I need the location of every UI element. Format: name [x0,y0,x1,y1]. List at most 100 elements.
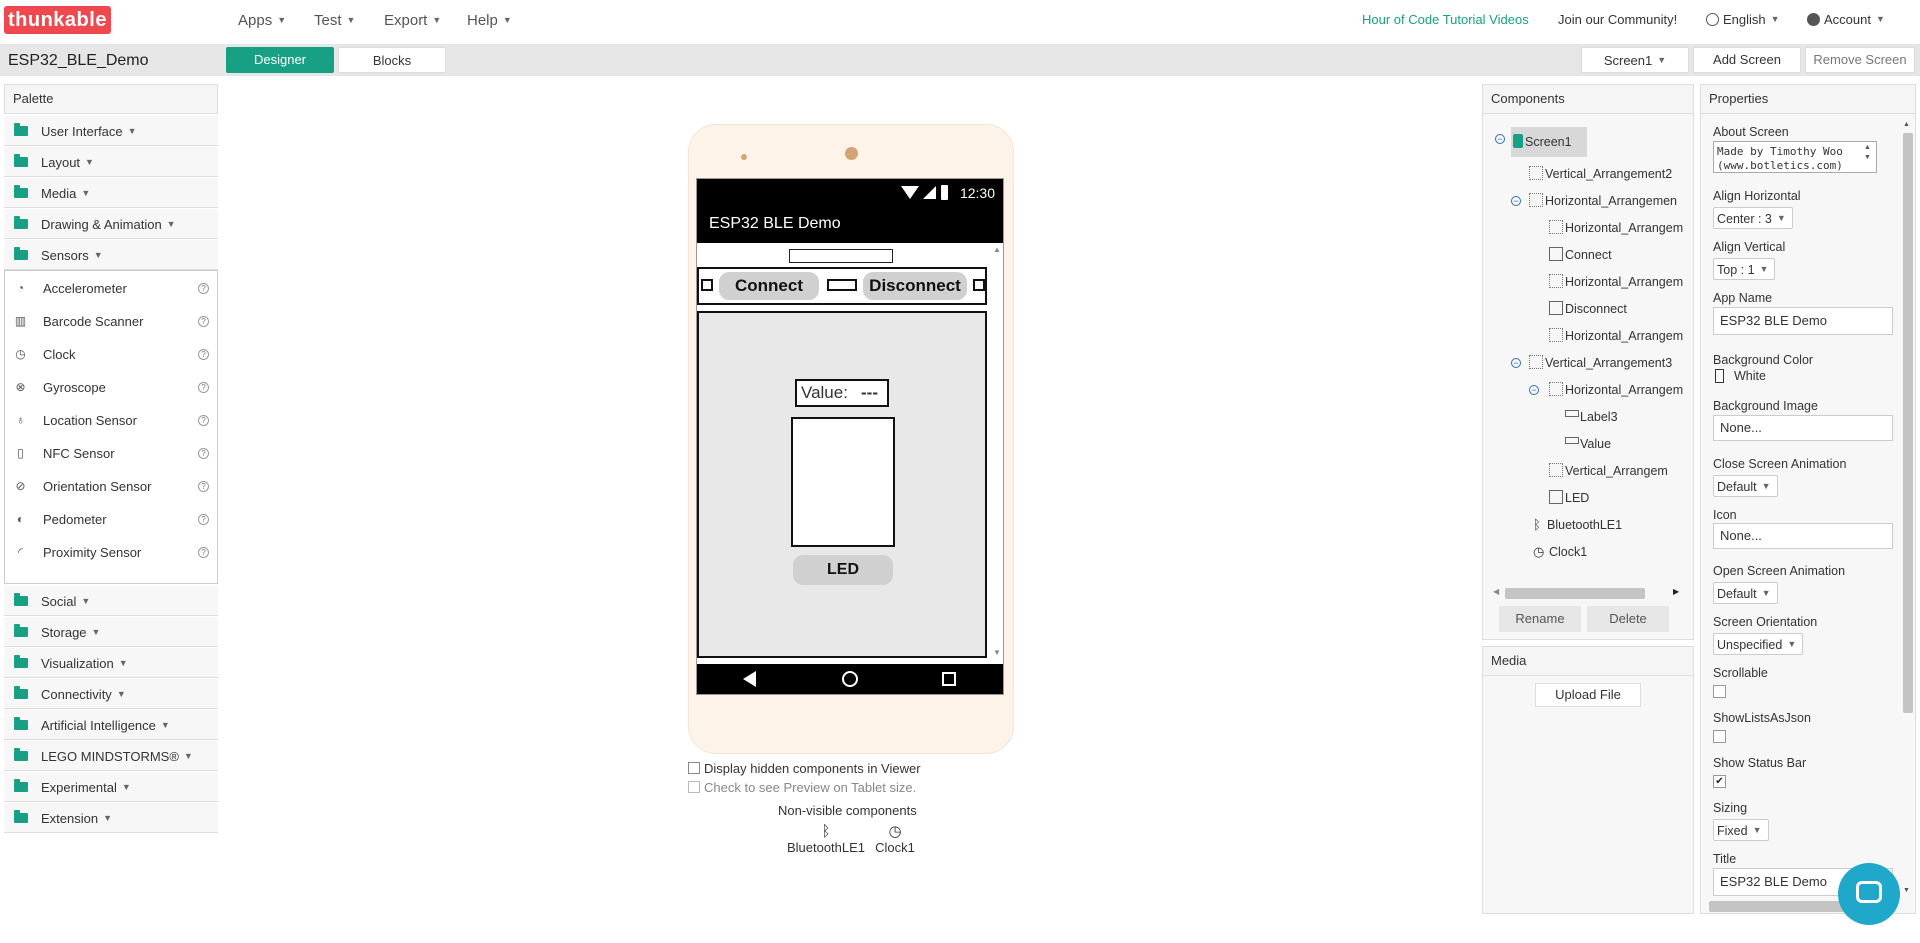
palette-category-user-interface[interactable]: User Interface ▼ [4,116,218,146]
tablet-preview-option[interactable]: Check to see Preview on Tablet size. [688,780,916,795]
menu-help[interactable]: Help ▼ [467,12,512,29]
tree-item-connect[interactable]: Connect [1549,245,1612,265]
tree-item-clock1[interactable]: ◷ Clock1 [1533,542,1587,562]
palette-category-social[interactable]: Social ▼ [4,586,218,616]
prop-open-anim-select[interactable]: Default ▼ [1713,582,1778,604]
menu-export[interactable]: Export ▼ [384,12,441,29]
palette-category-extension[interactable]: Extension ▼ [4,803,218,833]
tree-item-horizontal-arrangement-a[interactable]: Horizontal_Arrangem [1549,218,1683,238]
prop-about-screen-textarea[interactable]: Made by Timothy Woo (www.botletics.com) [1713,141,1877,173]
palette-item-pedometer[interactable]: ◐ Pedometer? [5,503,217,536]
collapse-icon[interactable]: − [1511,196,1521,206]
palette-category-storage[interactable]: Storage ▼ [4,617,218,647]
vertical-arrangement-2[interactable] [789,249,893,263]
vertical-scrollbar[interactable] [1903,133,1913,713]
rename-button[interactable]: Rename [1499,606,1581,632]
palette-item-location-sensor[interactable]: ♁ Location Sensor? [5,404,217,437]
tablet-preview-checkbox[interactable] [688,781,700,793]
nonvisible-clock[interactable]: ◷ Clock1 [870,824,920,856]
delete-button[interactable]: Delete [1587,606,1669,632]
designer-button[interactable]: Designer [226,47,334,73]
palette-category-visualization[interactable]: Visualization ▼ [4,648,218,678]
collapse-icon[interactable]: − [1495,134,1505,144]
collapse-icon[interactable]: − [1529,385,1539,395]
scroll-up-icon[interactable]: ▲ [993,245,1001,254]
upload-file-button[interactable]: Upload File [1535,683,1641,707]
prop-showlists-checkbox[interactable] [1713,730,1726,743]
palette-category-connectivity[interactable]: Connectivity ▼ [4,679,218,709]
horizontal-scrollbar[interactable] [1505,588,1645,599]
palette-item-barcode-scanner[interactable]: ▥ Barcode Scanner? [5,305,217,338]
community-link[interactable]: Join our Community! [1558,12,1677,27]
horizontal-arrangement-buttons[interactable]: Connect Disconnect [697,267,987,305]
prop-scrollable-checkbox[interactable] [1713,685,1726,698]
menu-test[interactable]: Test ▼ [314,12,355,29]
tree-item-vertical-arrangement2[interactable]: Vertical_Arrangement2 [1529,164,1672,184]
vertical-arrangement-3[interactable]: Value: --- LED [697,311,987,658]
prop-orientation-select[interactable]: Unspecified ▼ [1713,633,1804,655]
tree-item-vertical-arrangement-e[interactable]: Vertical_Arrangem [1549,461,1668,481]
palette-category-media[interactable]: Media ▼ [4,178,218,208]
help-icon[interactable]: ? [198,283,209,294]
blocks-button[interactable]: Blocks [338,47,446,73]
palette-category-layout[interactable]: Layout ▼ [4,147,218,177]
help-icon[interactable]: ? [198,481,209,492]
prop-sizing-select[interactable]: Fixed ▼ [1713,819,1769,841]
tree-item-horizontal-arrangement-d[interactable]: Horizontal_Arrangem [1549,380,1683,400]
palette-category-lego-mindstorms[interactable]: LEGO MINDSTORMS® ▼ [4,741,218,771]
tree-item-horizontal-arrangement-b[interactable]: Horizontal_Arrangem [1549,272,1683,292]
vertical-arrangement-led-box[interactable] [791,417,895,547]
phone-screen[interactable]: 12:30 ESP32 BLE Demo Connect Disconnect … [696,178,1004,695]
tree-item-horizontal-arrangement[interactable]: Horizontal_Arrangemen [1529,191,1677,211]
scroll-left-icon[interactable]: ◀ [1493,587,1499,596]
help-icon[interactable]: ? [198,547,209,558]
chat-launcher-button[interactable] [1838,863,1900,925]
palette-category-artificial-intelligence[interactable]: Artificial Intelligence ▼ [4,710,218,740]
add-screen-button[interactable]: Add Screen [1693,47,1801,73]
prop-close-anim-select[interactable]: Default ▼ [1713,475,1778,497]
menu-apps[interactable]: Apps ▼ [238,12,286,29]
palette-category-sensors[interactable]: Sensors ▼ [4,240,218,270]
palette-item-clock[interactable]: ◷ Clock? [5,338,217,371]
help-icon[interactable]: ? [198,448,209,459]
hour-of-code-link[interactable]: Hour of Code Tutorial Videos [1362,12,1529,27]
prop-bg-color-picker[interactable]: White [1715,369,1766,383]
prop-align-vertical-select[interactable]: Top : 1 ▼ [1713,258,1776,280]
palette-item-proximity-sensor[interactable]: ◜ Proximity Sensor? [5,536,217,569]
tree-item-vertical-arrangement3[interactable]: Vertical_Arrangement3 [1529,353,1672,373]
tree-item-disconnect[interactable]: Disconnect [1549,299,1627,319]
back-icon[interactable] [743,671,756,687]
scroll-down-icon[interactable]: ▼ [1903,887,1910,894]
palette-item-gyroscope[interactable]: ⊗ Gyroscope? [5,371,217,404]
led-button[interactable]: LED [793,555,893,585]
display-hidden-option[interactable]: Display hidden components in Viewer [688,761,921,776]
tree-item-screen1[interactable]: Screen1 [1511,127,1587,157]
prop-statusbar-checkbox[interactable]: ✔ [1713,775,1726,788]
prop-align-horizontal-select[interactable]: Center : 3 ▼ [1713,207,1793,229]
prop-app-name-input[interactable]: ESP32 BLE Demo [1713,307,1893,335]
help-icon[interactable]: ? [198,316,209,327]
tree-item-horizontal-arrangement-c[interactable]: Horizontal_Arrangem [1549,326,1683,346]
palette-item-nfc-sensor[interactable]: ▯ NFC Sensor? [5,437,217,470]
tree-item-led[interactable]: LED [1549,488,1589,508]
collapse-icon[interactable]: − [1511,358,1521,368]
prop-bg-image-input[interactable]: None... [1713,415,1893,441]
palette-category-experimental[interactable]: Experimental ▼ [4,772,218,802]
palette-category-drawing-animation[interactable]: Drawing & Animation ▼ [4,209,218,239]
tree-item-value[interactable]: Value [1565,434,1611,454]
value-row[interactable]: Value: --- [795,379,889,407]
home-icon[interactable] [842,671,858,687]
nonvisible-bluetooth[interactable]: ᛒ BluetoothLE1 [786,824,866,856]
scroll-right-icon[interactable]: ▶ [1673,587,1679,596]
screen-selector[interactable]: Screen1 ▼ [1581,47,1689,73]
help-icon[interactable]: ? [198,382,209,393]
scroll-up-icon[interactable]: ▲ [1903,121,1910,128]
palette-item-accelerometer[interactable]: ◔ Accelerometer? [5,272,217,305]
tree-item-label3[interactable]: Label3 [1565,407,1618,427]
account-menu[interactable]: Account ▼ [1807,12,1885,27]
help-icon[interactable]: ? [198,349,209,360]
prop-icon-input[interactable]: None... [1713,523,1893,549]
disconnect-button[interactable]: Disconnect [863,272,967,300]
tree-item-bluetoothle1[interactable]: ᛒ BluetoothLE1 [1533,515,1622,535]
remove-screen-button[interactable]: Remove Screen [1805,47,1915,73]
